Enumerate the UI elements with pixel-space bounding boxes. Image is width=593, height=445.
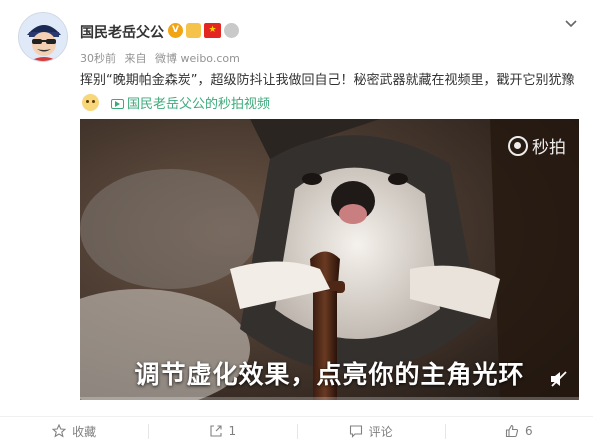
video-play-icon [111,99,124,109]
medal-badge-icon[interactable] [224,23,239,38]
chevron-down-icon[interactable] [563,15,579,31]
comment-icon [349,425,362,438]
emoji-icon [82,94,99,111]
repost-button[interactable]: 1 [148,417,296,445]
username[interactable]: 国民老岳父公 [80,22,164,42]
comment-label: 评论 [368,424,393,439]
avatar-cartoon-face-icon [19,13,67,61]
comment-button[interactable]: 评论 [296,417,445,445]
post-time[interactable]: 30秒前 [80,52,116,65]
source-prefix: 来自 [124,52,147,65]
watermark-label: 秒拍 [532,138,566,158]
like-count: 6 [525,424,533,438]
video-progress-bar[interactable] [80,397,579,400]
like-icon [505,424,519,438]
video-subtitle: 调节虚化效果，点亮你的主角光环 [134,360,525,389]
crown-badge-icon[interactable] [186,23,201,38]
action-bar: 收藏 1 评论 6 [0,416,593,445]
share-icon [209,425,222,437]
mute-icon[interactable] [549,370,569,388]
miaopai-logo-icon [508,135,528,156]
post-source[interactable]: 微博 weibo.com [155,52,240,65]
miaopai-watermark: 秒拍 [508,133,566,158]
star-icon [52,424,67,438]
favorite-label: 收藏 [72,424,97,439]
post-meta: 30秒前 来自 微博 weibo.com [80,50,245,66]
avatar[interactable] [18,12,68,62]
verified-v-icon[interactable]: V [168,23,183,38]
post-text: 挥别“晚期帕金森炭”，超级防抖让我做回自己！秘密武器就藏在视频里，戳开它别犹豫国… [80,69,580,117]
user-badges: V ★ [168,23,239,38]
video-link[interactable]: 国民老岳父公的秒拍视频 [111,97,270,112]
post-text-body: 挥别“晚期帕金森炭”，超级防抖让我做回自己！秘密武器就藏在视频里，戳开它别犹豫 [80,73,575,88]
weibo-post-card: 国民老岳父公 V ★ 30秒前 来自 微博 weibo.com 挥别“晚期帕金森… [0,0,593,445]
china-flag-icon[interactable]: ★ [204,23,221,38]
repost-count: 1 [228,424,237,438]
favorite-button[interactable]: 收藏 [0,417,148,445]
like-button[interactable]: 6 [444,417,593,445]
video-link-label: 国民老岳父公的秒拍视频 [127,97,271,112]
video-player[interactable]: 秒拍 调节虚化效果，点亮你的主角光环 [80,119,579,400]
